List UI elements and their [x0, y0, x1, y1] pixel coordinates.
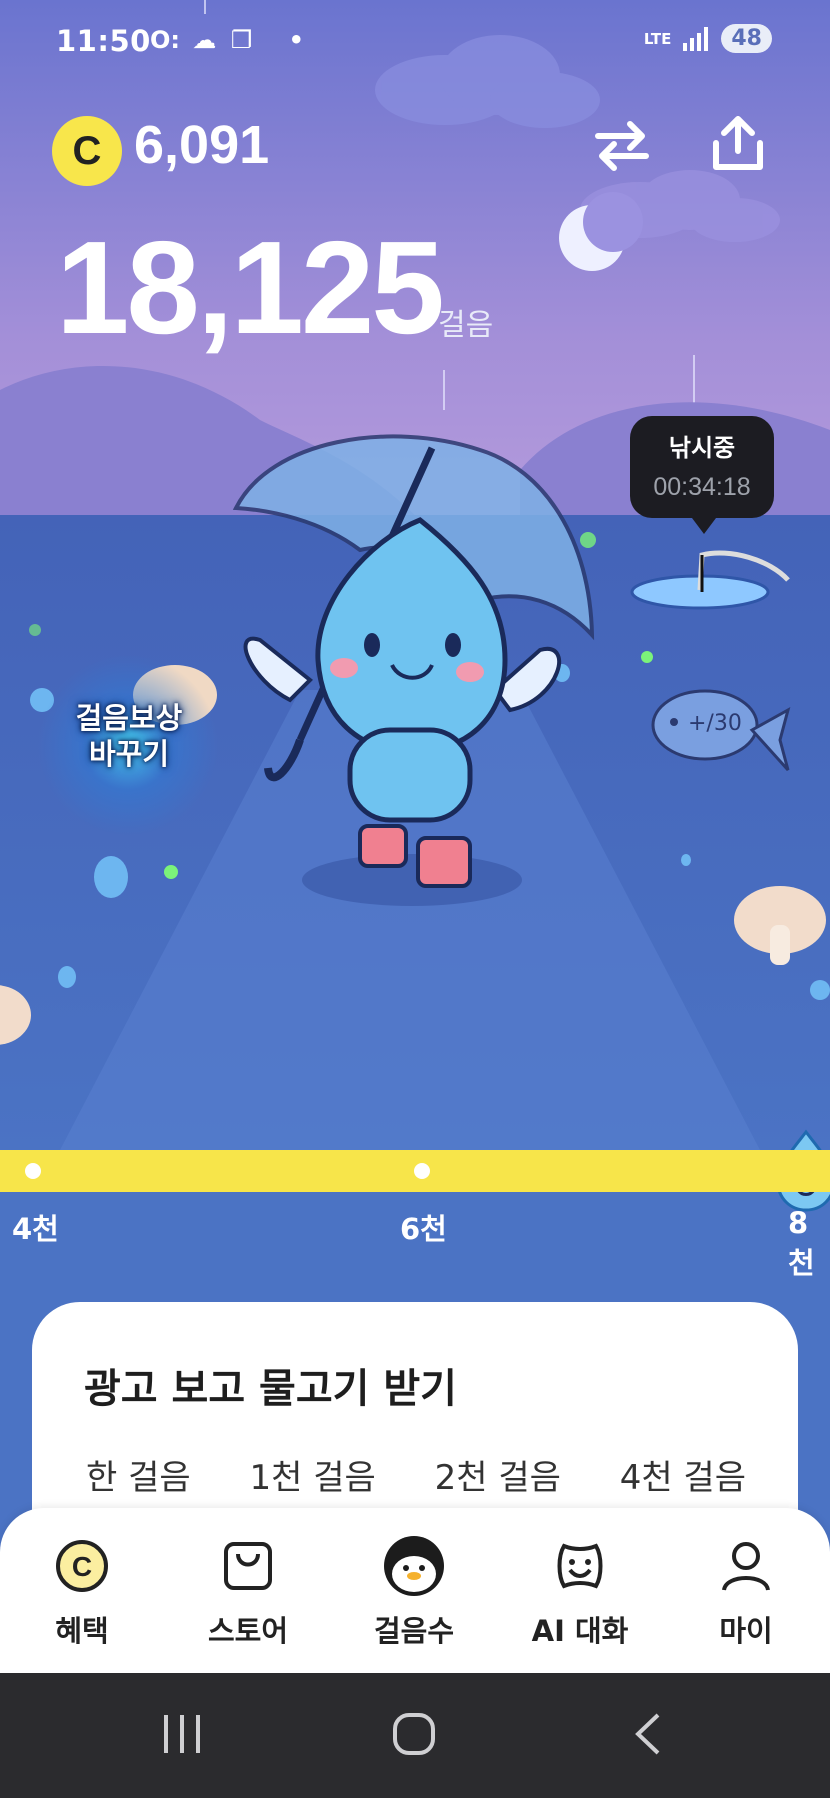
smile-face-icon — [548, 1534, 612, 1598]
recent-apps-button[interactable] — [160, 1713, 204, 1759]
lte-indicator: LTE — [643, 29, 672, 48]
coin-icon: C — [50, 1534, 114, 1598]
copy-icon: ❐ — [230, 26, 253, 54]
progress-marker — [25, 1163, 41, 1179]
svg-text:+/30: +/30 — [688, 711, 742, 736]
dot-icon: • — [288, 26, 304, 54]
ad-step-tabs: 한 걸음 1천 걸음 2천 걸음 4천 걸음 — [86, 1450, 746, 1499]
swap-icon — [595, 121, 649, 171]
change-reward-line2: 바꾸기 — [88, 737, 170, 771]
ad-tab[interactable]: 한 걸음 — [86, 1450, 191, 1499]
signal-icon — [683, 26, 709, 51]
status-time: 11:50 — [56, 24, 151, 58]
system-navigation-bar — [0, 1673, 830, 1798]
home-icon — [393, 1713, 435, 1755]
swap-button[interactable] — [586, 110, 658, 182]
nav-item-store[interactable]: 스토어 — [178, 1534, 318, 1650]
battery-badge: 48 — [721, 24, 772, 53]
step-unit: 걸음 — [438, 308, 494, 343]
share-icon — [713, 116, 763, 170]
fishing-status-tooltip[interactable]: 낚시중 00:34:18 — [630, 416, 774, 534]
nav-item-ai-chat[interactable]: AI 대화 — [510, 1534, 650, 1650]
person-icon — [714, 1534, 778, 1598]
nav-label: 혜택 — [55, 1614, 109, 1648]
svg-text:C: C — [72, 1551, 92, 1582]
nav-label: 스토어 — [207, 1614, 289, 1648]
nav-label: 마이 — [719, 1614, 773, 1648]
home-button[interactable] — [392, 1713, 436, 1759]
nav-label: AI 대화 — [531, 1614, 629, 1648]
notification-text: O: — [150, 26, 180, 54]
coin-icon[interactable]: C — [52, 116, 122, 186]
share-button[interactable] — [702, 108, 774, 180]
nav-item-steps[interactable]: 걸음수 — [344, 1534, 484, 1650]
ad-card-title: 광고 보고 물고기 받기 — [84, 1366, 457, 1412]
fishing-timer: 00:34:18 — [653, 473, 751, 501]
coin-balance[interactable]: 6,091 — [134, 114, 269, 176]
milestone-label: 6천 — [400, 1212, 447, 1246]
status-bar: 11:50 O: ☁ ❐ • LTE 48 — [0, 0, 830, 86]
progress-marker — [414, 1163, 430, 1179]
milestone-label: 8천 — [788, 1206, 815, 1280]
back-icon — [635, 1713, 660, 1755]
ad-tab[interactable]: 1천 걸음 — [249, 1450, 375, 1499]
nav-item-benefits[interactable]: C 혜택 — [12, 1534, 152, 1650]
change-reward-button[interactable]: 걸음보상 바꾸기 — [58, 700, 200, 772]
status-right: LTE 48 — [644, 24, 772, 53]
cloud-icon: ☁ — [192, 26, 217, 54]
nav-label: 걸음수 — [373, 1614, 455, 1648]
penguin-icon — [382, 1534, 446, 1598]
milestone-label: 4천 — [12, 1212, 59, 1246]
ad-tab[interactable]: 4천 걸음 — [620, 1450, 746, 1499]
fishing-label: 낚시중 — [668, 434, 736, 462]
nav-item-my[interactable]: 마이 — [676, 1534, 816, 1650]
step-count: 18,125 — [56, 214, 445, 361]
back-button[interactable] — [630, 1711, 664, 1761]
change-reward-line1: 걸음보상 — [75, 701, 183, 735]
status-left-icons: O: ☁ ❐ • — [150, 26, 304, 54]
recent-apps-icon — [164, 1715, 200, 1753]
shopping-bag-icon — [216, 1534, 280, 1598]
ad-tab[interactable]: 2천 걸음 — [435, 1450, 561, 1499]
